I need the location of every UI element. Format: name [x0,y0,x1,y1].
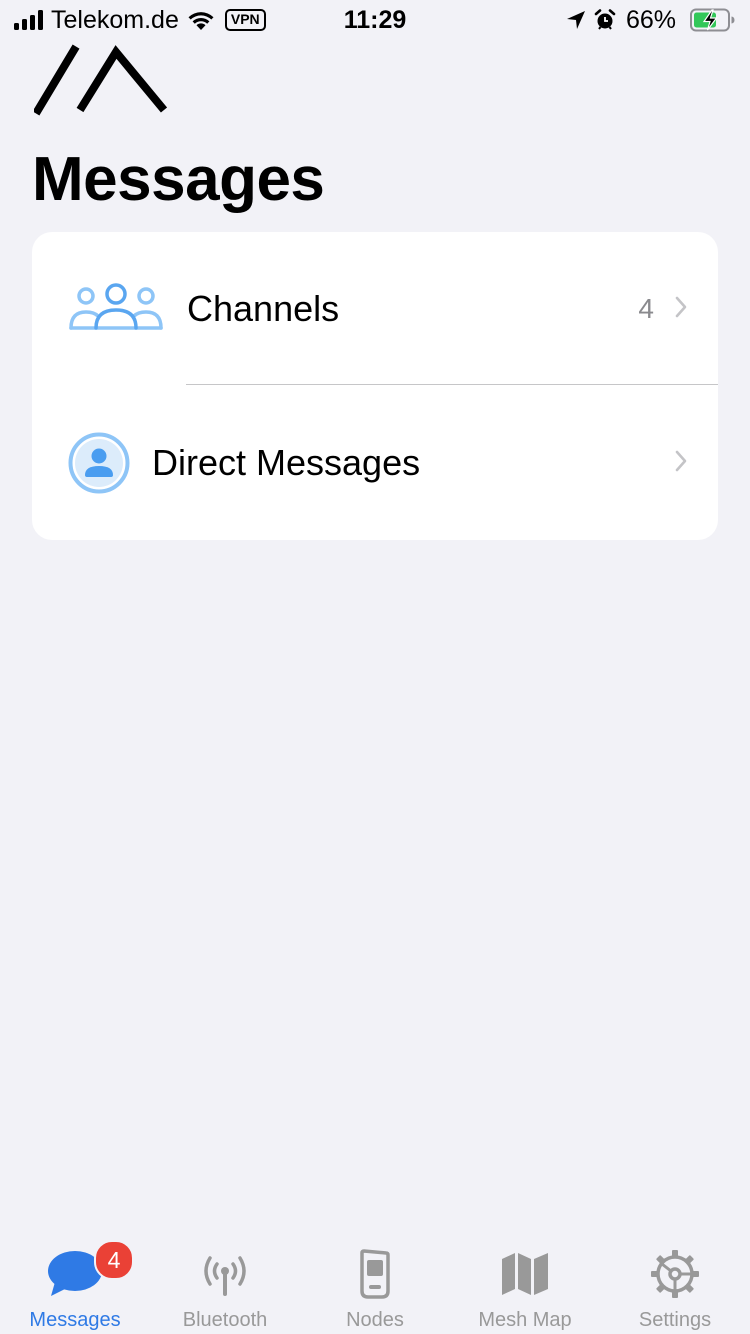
tab-label: Mesh Map [478,1309,572,1331]
channels-group-icon [69,283,163,330]
tab-label: Messages [29,1309,121,1331]
channels-label: Channels [187,288,340,329]
row-divider [186,384,718,385]
tab-bar: 4 Messages Bluetooth Nodes Mesh Map Sett… [0,1232,750,1334]
battery-charging-icon [690,8,735,32]
person-circle-icon [68,432,130,494]
meshtastic-logo [34,44,168,116]
tab-nodes[interactable]: Nodes [300,1232,450,1334]
page-title: Messages [32,145,325,214]
tab-label: Settings [638,1309,712,1331]
unread-badge: 4 [94,1240,134,1280]
battery-percent: 66% [625,6,676,34]
radio-device-icon [300,1246,450,1302]
tab-label: Bluetooth [182,1309,268,1331]
status-right: 66% [558,6,736,34]
location-arrow-icon [566,11,585,29]
gear-icon [600,1246,750,1302]
direct-messages-row[interactable]: Direct Messages [32,386,718,539]
direct-messages-label: Direct Messages [152,442,421,483]
tab-settings[interactable]: Settings [600,1232,750,1334]
chevron-right-icon [675,296,687,318]
tab-label: Nodes [346,1309,404,1331]
alarm-icon [594,9,616,30]
chevron-right-icon [675,450,687,472]
map-icon [450,1246,600,1302]
tab-bluetooth[interactable]: Bluetooth [150,1232,300,1334]
channels-row[interactable]: Channels 4 [32,232,718,385]
tab-messages[interactable]: 4 Messages [0,1232,150,1334]
antenna-icon [150,1246,300,1302]
channels-count: 4 [638,293,654,324]
messages-menu-list: Channels 4 Direct Messages [32,232,718,540]
tab-mesh-map[interactable]: Mesh Map [450,1232,600,1334]
status-bar: Telekom.de VPN 11:29 66% [0,0,750,40]
